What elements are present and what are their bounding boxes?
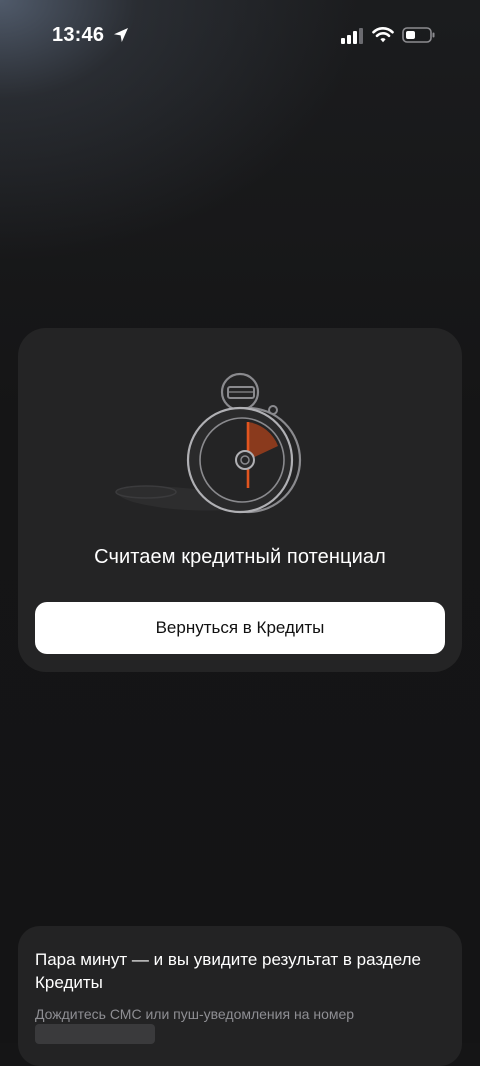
wifi-icon xyxy=(372,27,394,43)
info-title: Пара минут — и вы увидите результат в ра… xyxy=(35,950,421,992)
credit-potential-card: Считаем кредитный потенциал Вернуться в … xyxy=(18,328,462,672)
status-bar: 13:46 xyxy=(0,0,480,70)
info-card: Пара минут — и вы увидите результат в ра… xyxy=(18,926,462,1066)
back-to-credits-button[interactable]: Вернуться в Кредиты xyxy=(35,602,445,654)
masked-phone-number xyxy=(35,1024,155,1044)
location-arrow-icon xyxy=(114,28,128,42)
cellular-signal-icon xyxy=(341,28,363,44)
info-subtitle: Дождитесь СМС или пуш-уведомления на ном… xyxy=(35,1006,355,1022)
status-time: 13:46 xyxy=(52,24,105,46)
battery-icon xyxy=(402,27,435,43)
stopwatch-icon xyxy=(115,372,302,514)
card-title: Считаем кредитный потенциал xyxy=(94,546,386,568)
